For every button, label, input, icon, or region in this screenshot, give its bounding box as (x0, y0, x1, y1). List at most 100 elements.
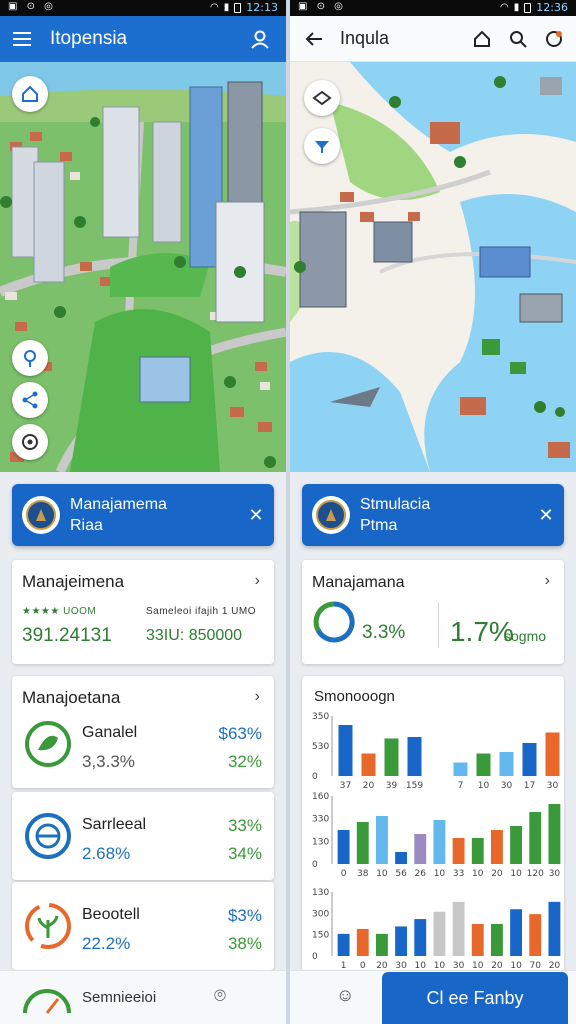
x-tick-label: 20 (491, 869, 503, 878)
x-tick-label: 0 (360, 961, 366, 970)
close-icon[interactable]: ✕ (238, 505, 274, 526)
x-tick-label: 1 (341, 961, 347, 970)
x-tick-label: 70 (530, 961, 542, 970)
x-tick-label: 30 (453, 961, 465, 970)
summary-value-right: 33IU: 850000 (146, 627, 243, 644)
y-tick-label: 130 (312, 837, 329, 847)
location-pin-icon[interactable] (12, 340, 48, 376)
chart-bar (471, 924, 484, 956)
chart-bar (433, 820, 446, 864)
wifi-icon: ◠ (210, 2, 219, 13)
home-icon[interactable] (464, 16, 500, 62)
x-tick-label: 30 (549, 869, 561, 878)
x-tick-label: 10 (434, 961, 446, 970)
target-icon[interactable] (12, 424, 48, 460)
y-tick-label: 530 (312, 742, 329, 752)
x-tick-label: 10 (510, 869, 522, 878)
chart-bar (529, 812, 542, 864)
chart-bar (414, 834, 427, 864)
battery-icon (234, 2, 242, 13)
x-tick-label: 7 (458, 781, 464, 790)
region-map-view[interactable] (290, 62, 576, 472)
x-tick-label: 38 (357, 869, 369, 878)
item-percent-secondary: 32% (227, 752, 262, 771)
globe-icon (25, 813, 71, 859)
right-phone-screen: ▣ ⊙ ◎ ◠ ▮ 12:36 Inqula Stmulacia Ptma ✕ … (290, 0, 576, 1024)
summary-label-left: ★★★★ UOOM (22, 606, 97, 617)
app-bar: Inqula (290, 16, 576, 62)
x-tick-label: 10 (478, 781, 490, 790)
charts-card: Smonooogn 350 530 0 37 20 39 159 7 10 30 17 30 160 3… (302, 676, 564, 972)
chart-bar (338, 725, 353, 776)
chart-bar (356, 822, 369, 864)
layers-icon[interactable] (304, 80, 340, 116)
chart-bar (452, 838, 465, 864)
banner-subtitle: Riaa (70, 517, 103, 534)
bar-chart: 160 330 130 0 0 38 10 56 26 10 33 10 20 10 120 30 (312, 792, 561, 878)
city-map-view[interactable] (0, 62, 286, 472)
summary-card[interactable]: Manajeimena › ★★★★ UOOM 391.24131 Sameleo… (12, 560, 274, 664)
chart-bar (375, 933, 388, 956)
signal-icon: ▮ (513, 2, 520, 13)
chevron-right-icon[interactable]: › (545, 572, 550, 590)
y-tick-label: 0 (312, 860, 318, 870)
x-tick-label: 30 (547, 781, 559, 790)
banner-subtitle: Ptma (360, 517, 398, 534)
primary-action-button[interactable]: Cl ee Fanby (382, 972, 568, 1024)
y-tick-label: 0 (312, 952, 318, 962)
hamburger-icon[interactable] (4, 16, 40, 62)
info-banner[interactable]: Stmulacia Ptma ✕ (302, 484, 564, 546)
chart-bar (490, 830, 503, 864)
progress-ring-icon (313, 601, 355, 643)
left-phone-screen: ▣ ⊙ ◎ ◠ ▮ 12:13 Itopensia Manajamema Ria… (0, 0, 286, 1024)
x-tick-label: 33 (453, 869, 464, 878)
list-item[interactable]: Beootell 22.2% $3% 38% (12, 882, 274, 970)
city-seal-logo (22, 496, 60, 534)
x-tick-label: 10 (510, 961, 522, 970)
item-name: Sarrleeal (82, 816, 147, 833)
item-name: Ganalel (82, 724, 138, 741)
list-item[interactable]: Ganalel 3,3.3% $63% 32% (12, 700, 274, 788)
x-tick-label: 39 (386, 781, 398, 790)
divider (438, 602, 439, 648)
app-bar: Itopensia (0, 16, 286, 62)
home-map-icon[interactable] (12, 76, 48, 112)
summary-unit-right: sogmo (504, 628, 547, 644)
chart-bar (548, 901, 561, 956)
list-card: Manajoetana › Ganalel 3,3.3% $63% 32% (12, 676, 274, 788)
back-arrow-icon[interactable] (296, 16, 332, 62)
filter-icon[interactable] (304, 128, 340, 164)
item-percent-secondary: 34% (227, 844, 262, 863)
location-pin-icon[interactable]: ⌾ (214, 985, 226, 1008)
chart-bar (452, 901, 465, 956)
search-icon[interactable] (500, 16, 536, 62)
wifi-icon: ◠ (500, 2, 509, 13)
chat-icon[interactable] (536, 16, 572, 62)
x-tick-label: 10 (376, 869, 388, 878)
x-tick-label: 17 (524, 781, 535, 790)
chart-bar (361, 753, 376, 776)
summary-card[interactable]: Manajamana › 3.3% 1.7% sogmo (302, 560, 564, 664)
y-tick-label: 0 (312, 772, 318, 782)
item-sub: 22.2% (82, 934, 131, 953)
banner-title: Stmulacia (360, 496, 431, 513)
close-icon[interactable]: ✕ (528, 505, 564, 526)
chart-bar (510, 826, 523, 864)
info-banner[interactable]: Manajamema Riaa ✕ (12, 484, 274, 546)
item-percent-primary: 33% (227, 816, 262, 835)
y-tick-label: 160 (312, 792, 329, 802)
bottom-bar: ☺ Cl ee Fanby (290, 970, 576, 1024)
chevron-right-icon[interactable]: › (255, 572, 260, 590)
person-icon[interactable] (242, 16, 278, 62)
item-sub: 2.68% (82, 844, 131, 863)
x-tick-label: 20 (491, 961, 503, 970)
x-tick-label: 10 (434, 869, 446, 878)
list-item[interactable]: Sarrleeal 2.68% 33% 34% (12, 792, 274, 880)
share-icon[interactable] (12, 382, 48, 418)
smiley-icon[interactable]: ☺ (336, 985, 354, 1006)
plant-icon (25, 903, 71, 949)
item-percent-secondary: 38% (227, 934, 262, 953)
x-tick-label: 0 (341, 869, 347, 878)
chart-bar (529, 914, 542, 956)
status-time: 12:36 (536, 1, 568, 14)
